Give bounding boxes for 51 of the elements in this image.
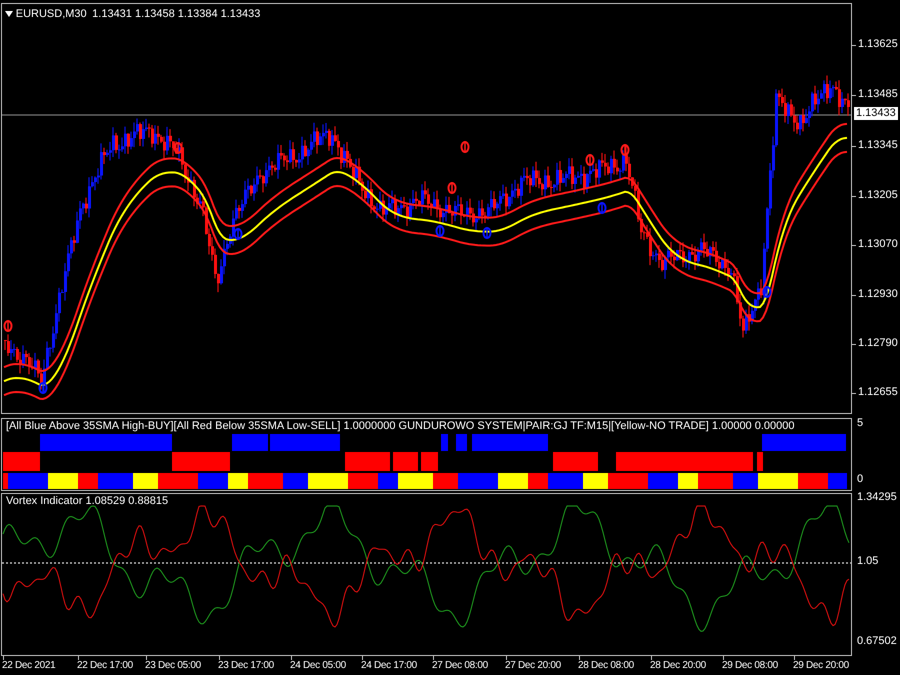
histogram-bar bbox=[441, 434, 448, 451]
signal-marker-icon bbox=[598, 202, 606, 214]
price-axis-label: 1.12790 bbox=[858, 337, 898, 350]
scale-label: 1.34295 bbox=[857, 491, 897, 504]
time-axis-label: 28 Dec 08:00 bbox=[578, 659, 634, 673]
symbol-timeframe-label: EURUSD,M30 bbox=[16, 7, 87, 22]
histogram-bar bbox=[270, 434, 340, 451]
price-axis-label: 1.12930 bbox=[858, 288, 898, 301]
price-axis-label: 1.13070 bbox=[858, 238, 898, 251]
time-axis-label: 24 Dec 05:00 bbox=[290, 659, 346, 673]
time-axis-label: 29 Dec 20:00 bbox=[793, 659, 849, 673]
signal-marker-icon bbox=[38, 382, 48, 394]
time-axis-label: 23 Dec 05:00 bbox=[145, 659, 201, 673]
scale-label: 0.67502 bbox=[857, 635, 897, 648]
histogram-bar bbox=[232, 434, 268, 451]
scale-label: 5 bbox=[857, 417, 864, 430]
time-axis-label: 27 Dec 20:00 bbox=[505, 659, 561, 673]
current-price-label: 1.13433 bbox=[854, 107, 898, 120]
time-axis-label: 28 Dec 20:00 bbox=[650, 659, 706, 673]
time-axis-label: 24 Dec 17:00 bbox=[361, 659, 417, 673]
dropdown-triangle-icon bbox=[5, 11, 13, 18]
indicator-title: [All Blue Above 35SMA High-BUY][All Red Below 35SMA Low-SELL] 1.0000000 GUNDUROWO SYSTEM|PAIR:GJ TF:M15|[Yellow-NO TRADE] 1.00000 0.00000 bbox=[6, 420, 794, 433]
signal-marker-icon bbox=[4, 320, 12, 332]
time-axis-label: 22 Dec 2021 bbox=[2, 659, 56, 673]
price-axis-label: 1.13625 bbox=[858, 38, 898, 51]
signal-marker-icon bbox=[436, 225, 444, 237]
histogram-bar bbox=[456, 434, 467, 451]
signal-marker-icon bbox=[174, 142, 182, 154]
histogram-bar bbox=[393, 452, 418, 471]
histogram-bar bbox=[345, 452, 390, 471]
signal-marker-icon bbox=[762, 286, 772, 298]
price-axis-label: 1.13345 bbox=[858, 139, 898, 152]
signal-marker-icon bbox=[620, 144, 630, 156]
signal-marker-icon bbox=[586, 154, 594, 166]
histogram-bar bbox=[553, 452, 598, 471]
signal-marker-icon bbox=[448, 182, 456, 194]
signal-marker-icon bbox=[234, 228, 242, 240]
time-axis-label: 27 Dec 08:00 bbox=[432, 659, 488, 673]
time-axis-label: 29 Dec 08:00 bbox=[722, 659, 778, 673]
price-axis-label: 1.12655 bbox=[858, 386, 898, 399]
ohlc-values: 1.13431 1.13458 1.13384 1.13433 bbox=[92, 7, 260, 22]
price-axis-label: 1.13205 bbox=[858, 189, 898, 202]
time-axis-label: 22 Dec 17:00 bbox=[77, 659, 133, 673]
price-axis-label: 1.13485 bbox=[858, 88, 898, 101]
scale-label: 1.05 bbox=[857, 555, 878, 568]
signal-marker-icon bbox=[460, 141, 470, 153]
signal-marker-icon bbox=[482, 227, 492, 239]
scale-label: 0 bbox=[857, 473, 864, 486]
indicator-title: Vortex Indicator 1.08529 0.88815 bbox=[6, 495, 168, 508]
time-axis-label: 23 Dec 17:00 bbox=[218, 659, 274, 673]
histogram-bar bbox=[421, 452, 438, 471]
